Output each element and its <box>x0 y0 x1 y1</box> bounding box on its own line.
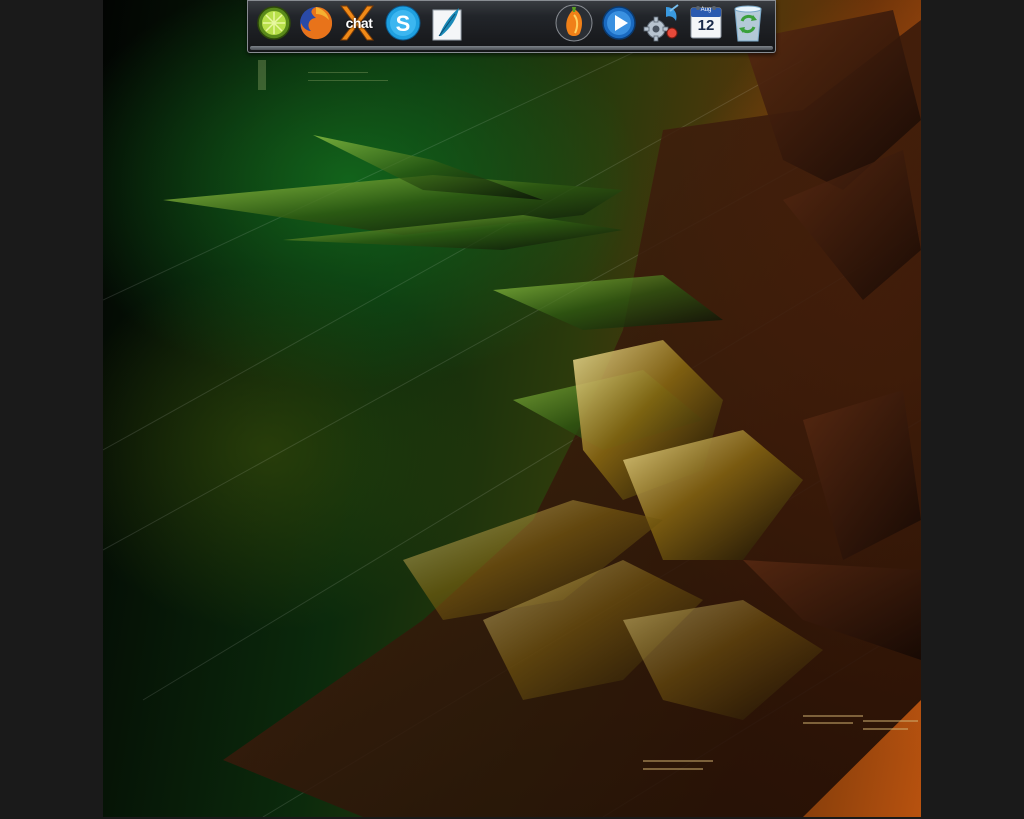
feather-document-launcher[interactable] <box>427 3 467 43</box>
firefox-launcher[interactable] <box>296 3 336 43</box>
settings-launcher[interactable] <box>642 3 682 43</box>
recycle-bin-icon <box>734 5 762 42</box>
recycle-bin-launcher[interactable] <box>728 3 768 43</box>
calendar-launcher[interactable]: Aug 12 <box>686 3 726 43</box>
svg-text:S: S <box>396 11 411 36</box>
application-dock: chat S Aug 12 <box>247 0 776 53</box>
calendar-month: Aug <box>700 7 712 13</box>
desktop-wallpaper <box>103 0 921 817</box>
fl-studio-launcher[interactable] <box>554 3 594 43</box>
xchat-label: chat <box>345 15 373 31</box>
feather-document-icon <box>432 8 462 41</box>
settings-gears-icon <box>643 4 679 42</box>
desktop-screen: chat S Aug 12 <box>0 0 1024 819</box>
firefox-icon <box>300 7 333 40</box>
xchat-launcher[interactable]: chat <box>339 3 379 43</box>
limewire-launcher[interactable] <box>254 3 294 43</box>
media-player-launcher[interactable] <box>599 3 639 43</box>
skype-launcher[interactable]: S <box>383 3 423 43</box>
fl-studio-icon <box>555 4 593 42</box>
wallpaper-art <box>103 10 921 817</box>
media-player-icon <box>602 6 636 40</box>
limewire-icon <box>257 6 291 40</box>
skype-icon: S <box>385 5 421 41</box>
calendar-day: 12 <box>697 17 715 34</box>
